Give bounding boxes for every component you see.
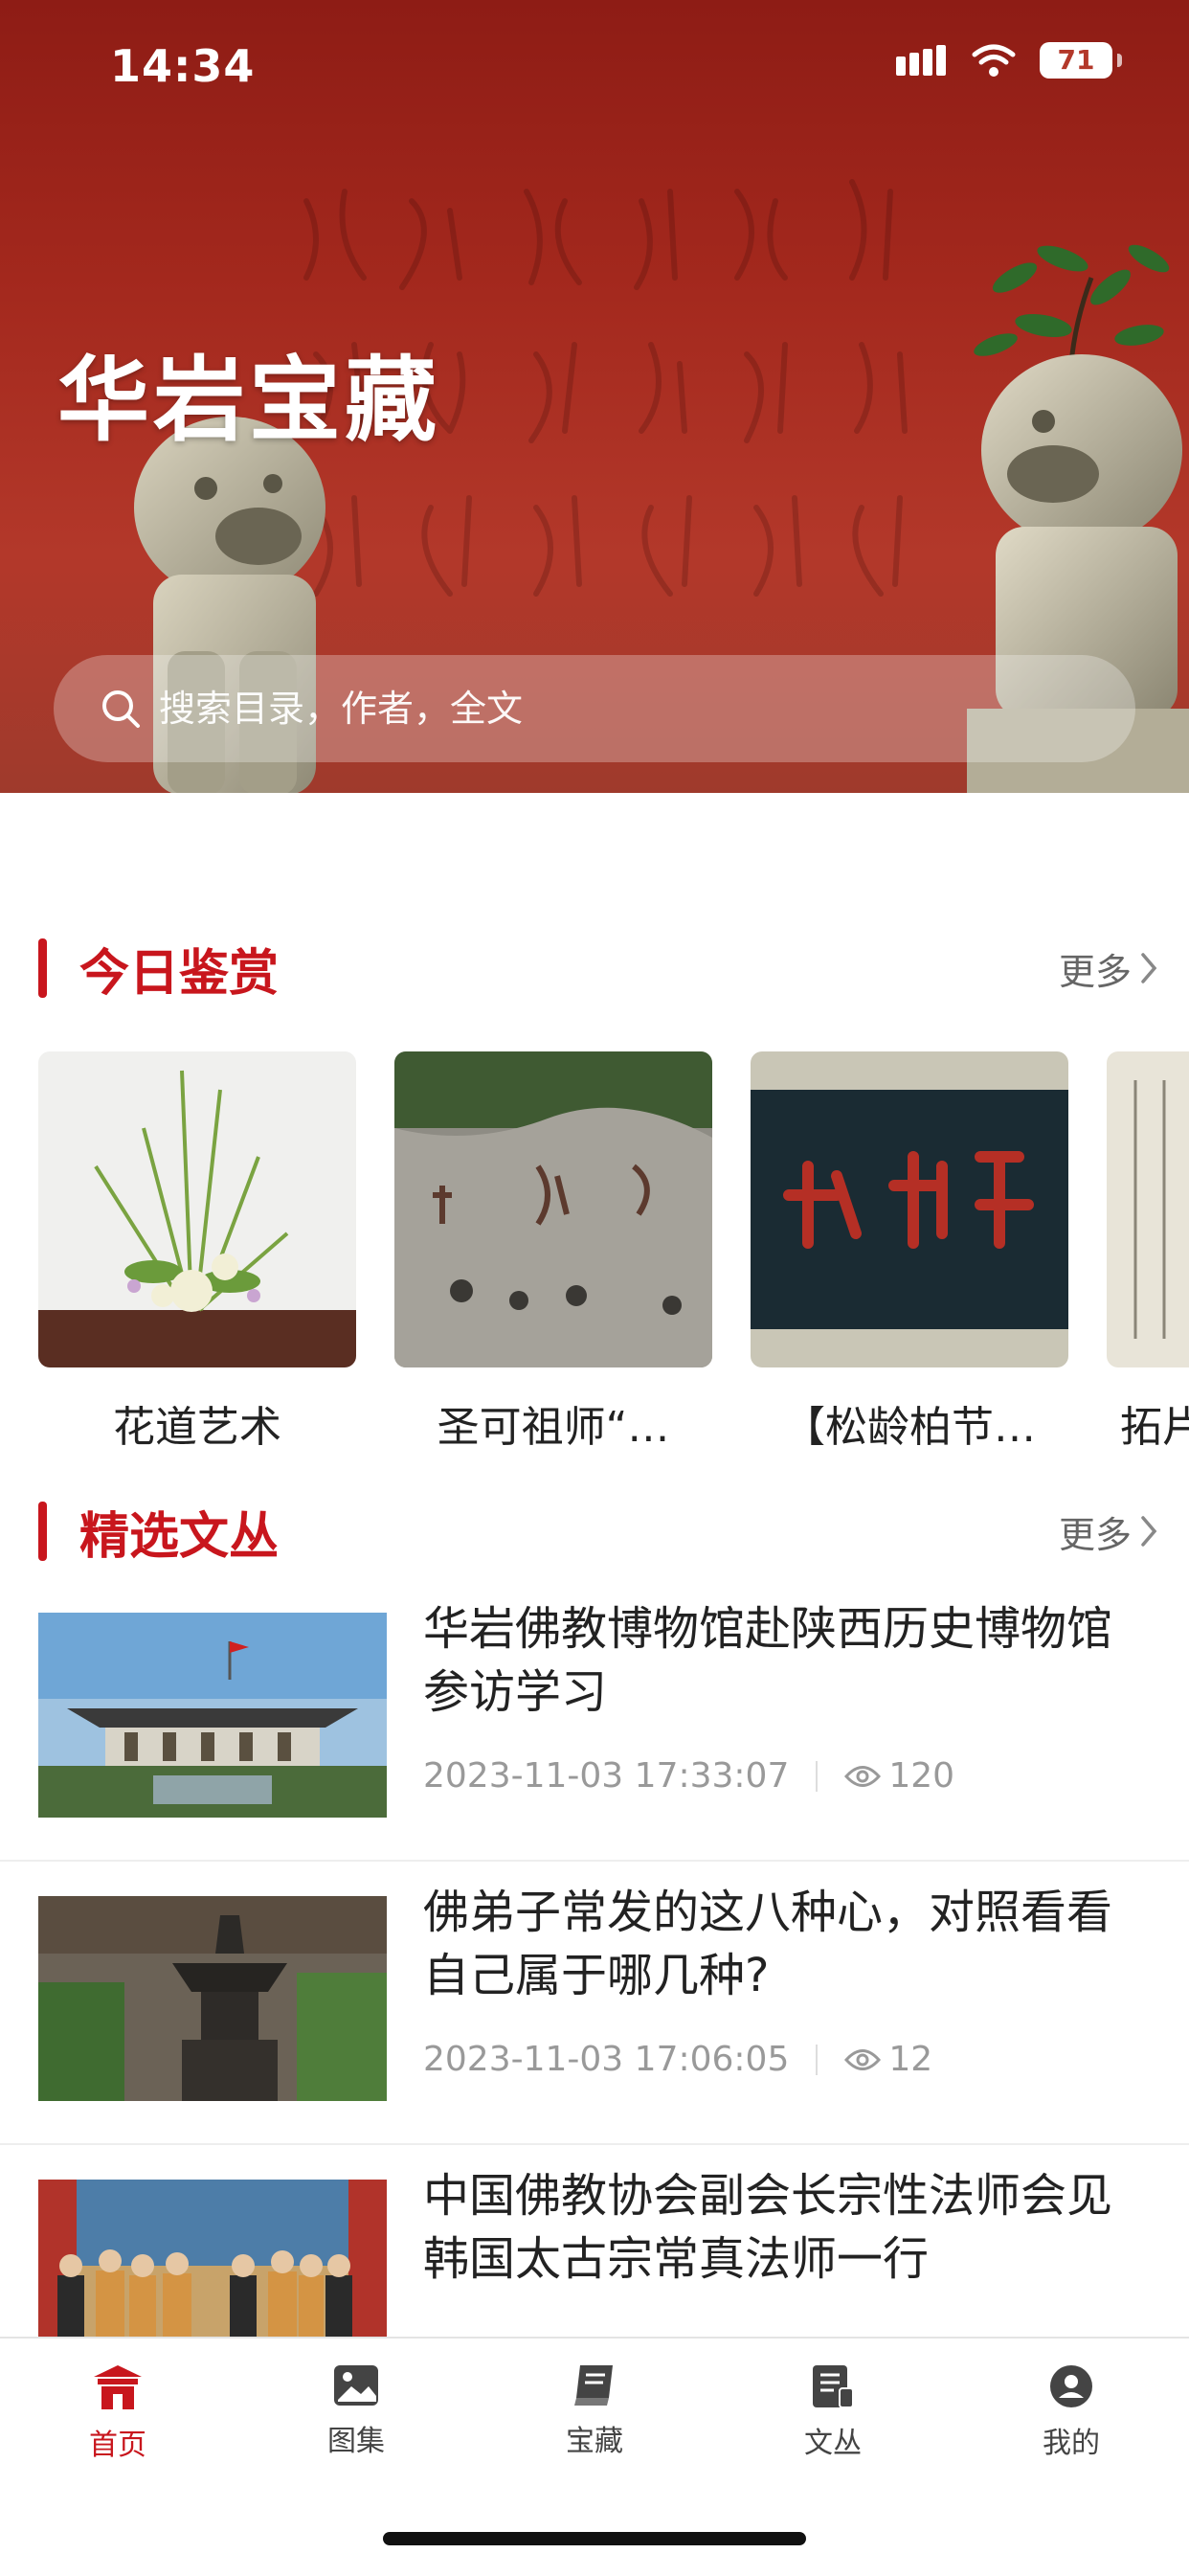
battery-indicator: 71 — [1040, 42, 1122, 79]
tab-label: 首页 — [89, 2429, 146, 2462]
more-label: 更多 — [1058, 950, 1132, 993]
tab-home[interactable]: 首页 — [22, 2363, 213, 2463]
tab-profile[interactable]: 我的 — [976, 2363, 1167, 2461]
gallery-card[interactable]: 【松龄柏节… — [751, 1051, 1068, 1454]
app-title: 华岩宝藏 — [57, 347, 440, 454]
article-views: 12 — [888, 2040, 933, 2079]
search-input[interactable] — [157, 687, 1022, 731]
articles-section-title: 精选文丛 — [79, 1507, 280, 1566]
museum-photo — [38, 1613, 387, 1818]
status-bar: 14:34 71 — [0, 0, 1189, 134]
tab-label: 文丛 — [804, 2427, 862, 2460]
tab-articles[interactable]: 文丛 — [737, 2363, 929, 2461]
today-section-header: 今日鉴赏 更多 — [38, 935, 1158, 1003]
wifi-icon — [972, 44, 1016, 77]
document-icon — [813, 2365, 854, 2408]
meta-divider — [816, 1760, 819, 1792]
home-indicator — [383, 2532, 806, 2545]
eye-icon — [844, 1765, 882, 1787]
chevron-right-icon — [1141, 1516, 1157, 1547]
article-title: 佛弟子常发的这八种心，对照看看自己属于哪几种? — [423, 1886, 1113, 2002]
rubbing-image — [1107, 1051, 1189, 1367]
articles-more-link[interactable]: 更多 — [1059, 1505, 1158, 1558]
gallery-caption: 拓片 — [1120, 1403, 1189, 1452]
gallery-card[interactable]: 拓片 — [1107, 1051, 1189, 1454]
book-icon — [574, 2365, 613, 2406]
tab-label: 宝藏 — [566, 2425, 623, 2458]
tab-label: 图集 — [327, 2425, 385, 2458]
tab-label: 我的 — [1043, 2427, 1100, 2460]
article-views: 120 — [888, 1756, 955, 1796]
gallery-caption: 圣可祖师“… — [437, 1403, 670, 1452]
gallery-caption: 花道艺术 — [113, 1403, 281, 1452]
more-label: 更多 — [1058, 1513, 1132, 1556]
section-accent-bar — [38, 1502, 47, 1561]
plaque-image — [751, 1051, 1068, 1367]
article-item[interactable]: 佛弟子常发的这八种心，对照看看自己属于哪几种? 2023-11-03 17:06… — [0, 1860, 1189, 2145]
today-section-title: 今日鉴赏 — [79, 944, 280, 1003]
temple-icon — [94, 2365, 142, 2409]
section-accent-bar — [38, 938, 47, 998]
tab-treasure[interactable]: 宝藏 — [499, 2363, 690, 2459]
hero-banner: 14:34 71 华岩宝藏 — [0, 0, 1189, 793]
search-icon — [102, 690, 140, 728]
flower-arrangement-image — [38, 1051, 356, 1367]
articles-section-header: 精选文丛 更多 — [38, 1498, 1158, 1566]
article-item[interactable]: 华岩佛教博物馆赴陕西历史博物馆参访学习 2023-11-03 17:33:07 … — [0, 1576, 1189, 1862]
article-date: 2023-11-03 17:33:07 — [423, 1756, 790, 1796]
gallery-card[interactable]: 花道艺术 — [38, 1051, 356, 1454]
gallery-caption: 【松龄柏节… — [783, 1403, 1036, 1452]
signal-icon — [896, 45, 946, 76]
rock-inscription-image — [394, 1051, 712, 1367]
article-date: 2023-11-03 17:06:05 — [423, 2040, 790, 2079]
article-title: 华岩佛教博物馆赴陕西历史博物馆参访学习 — [423, 1602, 1113, 1719]
search-bar[interactable] — [54, 655, 1135, 762]
incense-burner-photo — [38, 1896, 387, 2101]
status-time: 14:34 — [110, 40, 256, 92]
eye-icon — [844, 2048, 882, 2070]
today-more-link[interactable]: 更多 — [1059, 942, 1158, 995]
meta-divider — [816, 2044, 819, 2075]
tab-gallery[interactable]: 图集 — [260, 2363, 452, 2459]
chevron-right-icon — [1141, 953, 1157, 983]
image-icon — [334, 2365, 378, 2406]
article-title: 中国佛教协会副会长宗性法师会见韩国太古宗常真法师一行 — [423, 2169, 1113, 2286]
today-gallery: 花道艺术 圣可祖师“… 【松龄柏节… 拓片 — [38, 1051, 1189, 1454]
article-meta: 2023-11-03 17:06:05 12 — [423, 2040, 932, 2079]
user-icon — [1050, 2365, 1092, 2407]
article-meta: 2023-11-03 17:33:07 120 — [423, 1756, 954, 1796]
gallery-card[interactable]: 圣可祖师“… — [394, 1051, 712, 1454]
